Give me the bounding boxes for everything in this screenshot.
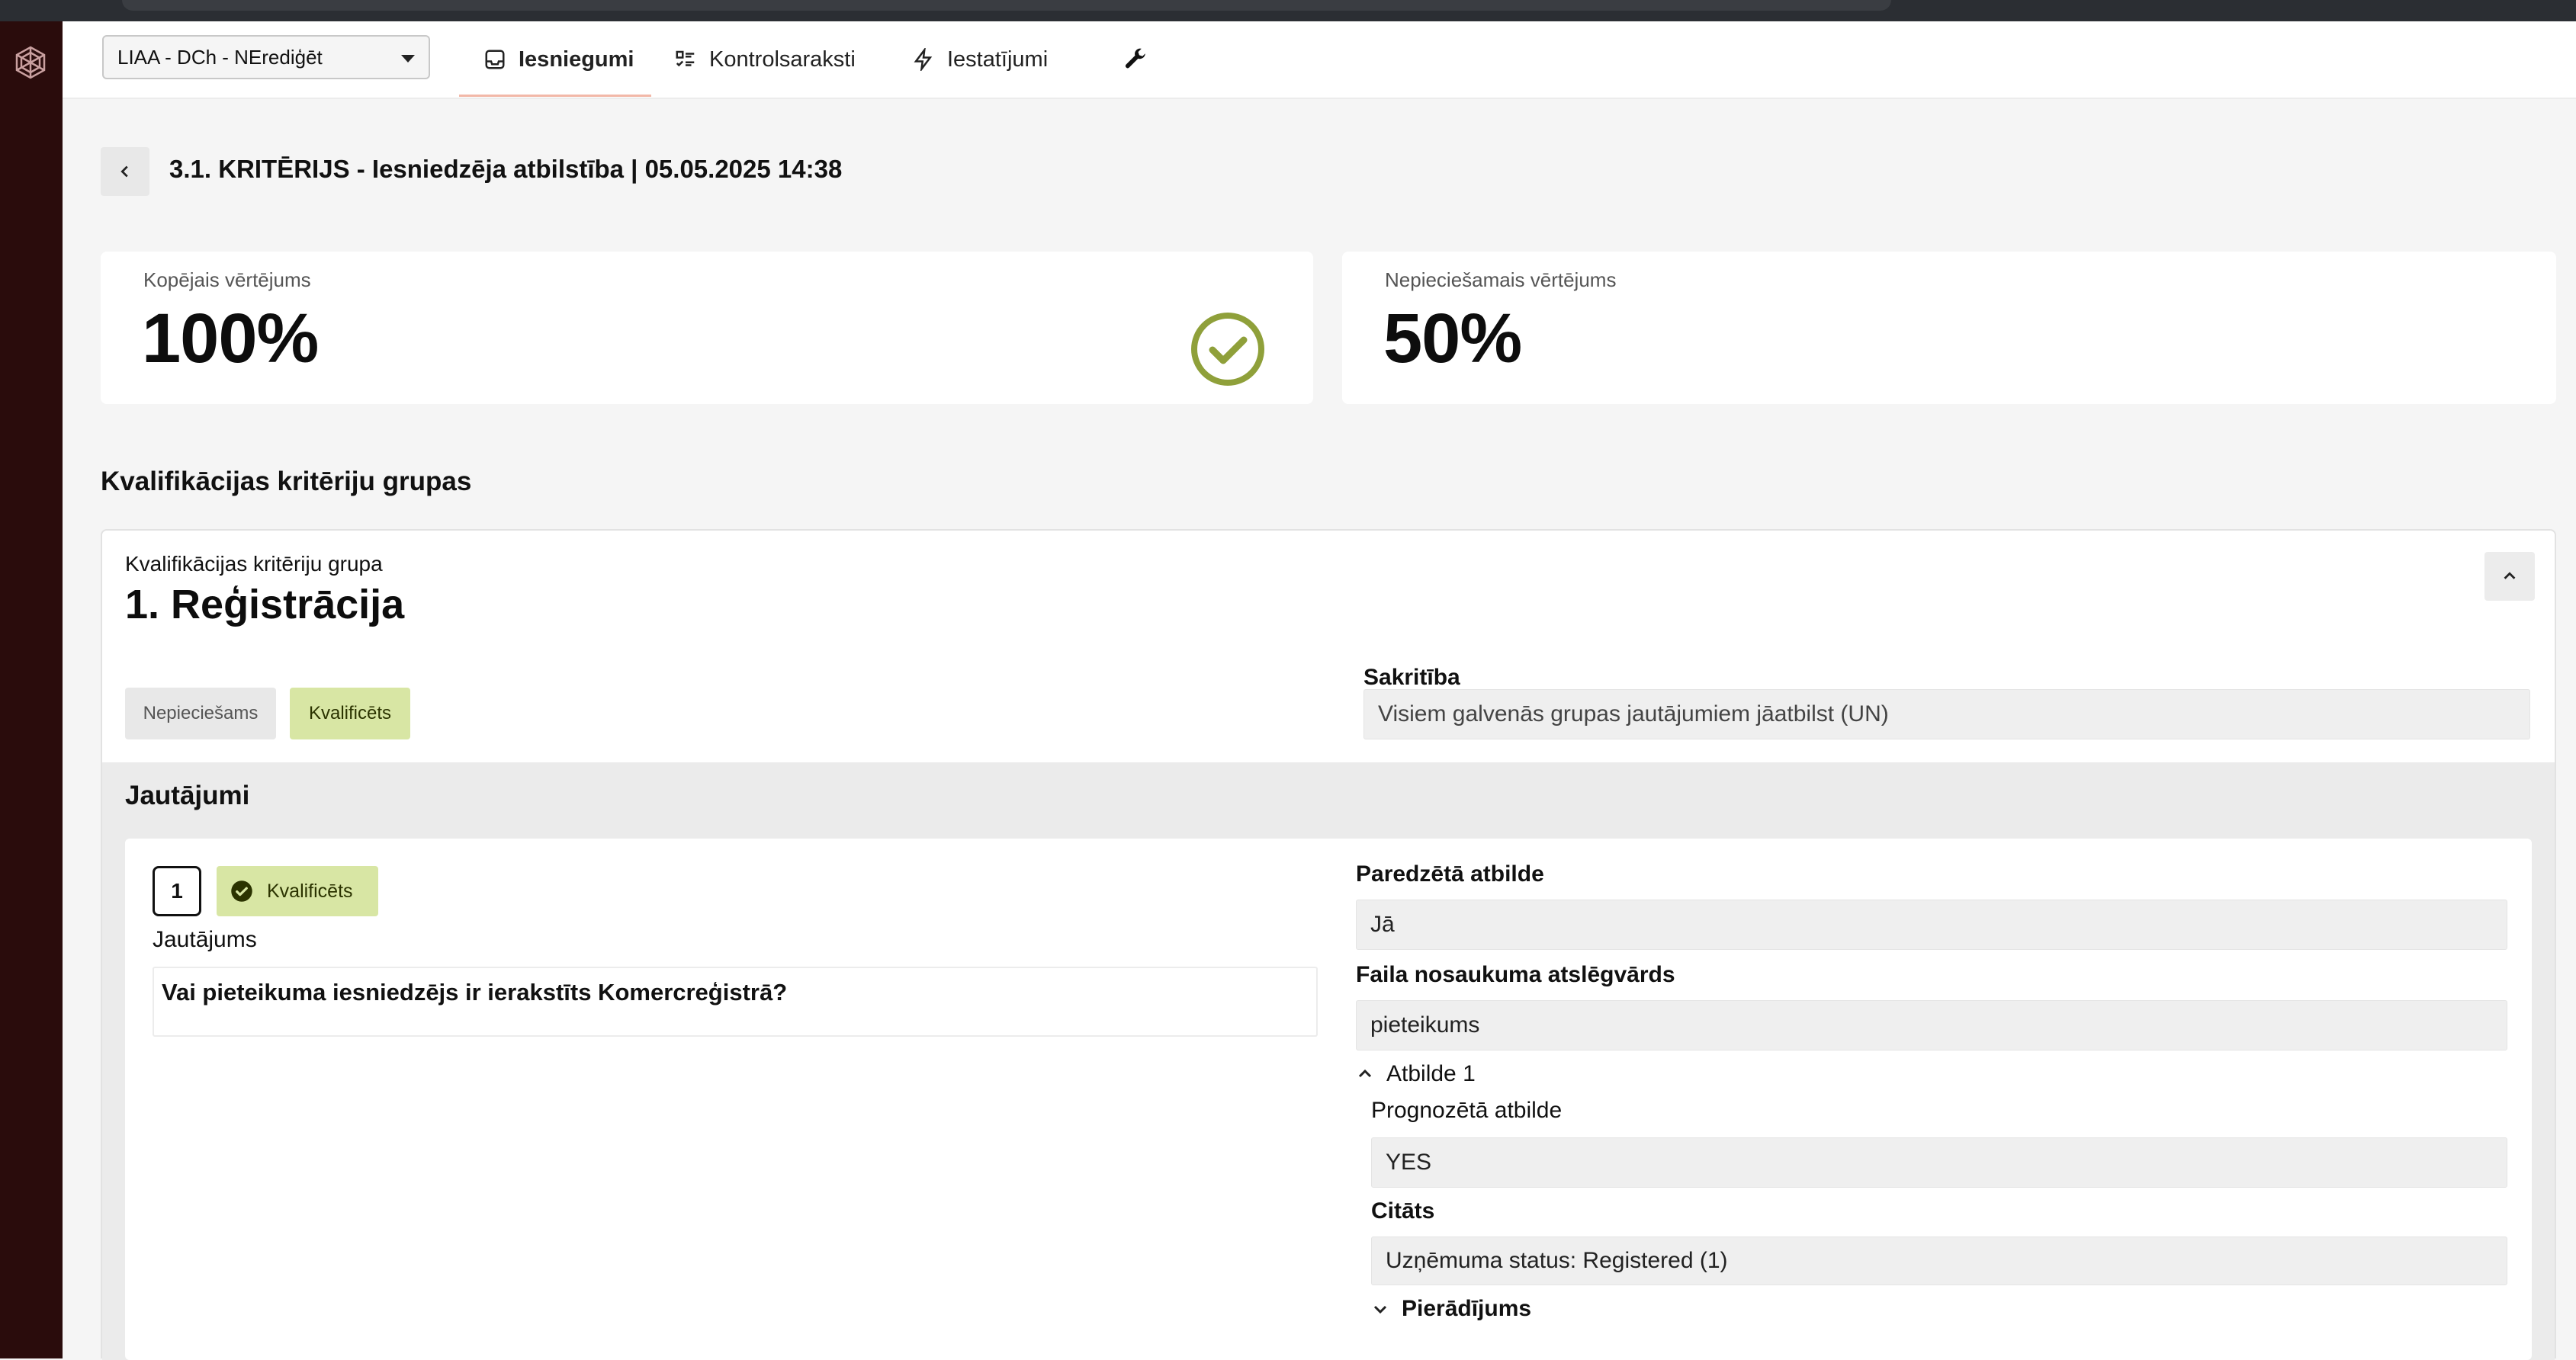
question-text-field: Vai pieteikuma iesniedzējs ir ierakstīts… xyxy=(153,967,1318,1037)
group-caption: Kvalifikācijas kritēriju grupa xyxy=(125,552,383,576)
answer-toggle[interactable]: Atbilde 1 xyxy=(1356,1061,1476,1087)
top-navigation: LIAA - DCh - NErediģēt Iesniegumi Kontro… xyxy=(63,21,2576,99)
keyword-field: pieteikums xyxy=(1356,1000,2507,1050)
page-title: 3.1. KRITĒRIJS - Iesniedzēja atbilstība … xyxy=(169,155,843,183)
expected-answer-label: Paredzētā atbilde xyxy=(1356,861,1544,887)
overall-score-card: Kopējais vērtējums 100% xyxy=(101,252,1313,404)
back-button[interactable] xyxy=(101,147,149,196)
question-card: 1 Kvalificēts Jautājums Vai pieteikuma i… xyxy=(125,839,2532,1360)
tab-iesniegumi[interactable]: Iesniegumi xyxy=(483,21,634,98)
criteria-group-panel: Kvalifikācijas kritēriju grupa 1. Reģist… xyxy=(101,529,2556,1360)
lightning-icon xyxy=(914,48,933,71)
predicted-answer-label: Prognozētā atbilde xyxy=(1371,1098,1563,1123)
tag-required: Nepieciešams xyxy=(125,688,276,739)
qualified-status-badge: Kvalificēts xyxy=(217,866,378,916)
question-label: Jautājums xyxy=(153,927,257,952)
required-score-value: 50% xyxy=(1383,300,1522,377)
chevron-left-icon xyxy=(120,165,128,178)
quote-field: Uzņēmuma status: Registered (1) xyxy=(1371,1237,2507,1285)
group-name: 1. Reģistrācija xyxy=(125,582,405,627)
questions-title: Jautājumi xyxy=(125,781,250,810)
tab-label: Iestatījumi xyxy=(947,47,1049,72)
chevron-down-icon xyxy=(1373,1305,1387,1314)
sidebar xyxy=(0,21,63,1358)
overall-score-label: Kopējais vērtējums xyxy=(143,268,311,291)
inbox-icon xyxy=(485,50,505,69)
tab-kontrolsaraksti[interactable]: Kontrolsaraksti xyxy=(674,21,856,98)
keyword-label: Faila nosaukuma atslēgvārds xyxy=(1356,962,1675,987)
active-tab-indicator xyxy=(459,95,651,97)
predicted-answer-field: YES xyxy=(1371,1137,2507,1188)
question-number-badge: 1 xyxy=(153,866,201,916)
evidence-toggle[interactable]: Pierādījums xyxy=(1371,1296,1531,1322)
tools-button[interactable] xyxy=(1123,21,1161,98)
groups-section-title: Kvalifikācijas kritēriju grupas xyxy=(101,467,472,496)
checklist-icon xyxy=(676,50,695,67)
browser-top-strip xyxy=(0,0,2576,21)
overall-score-value: 100% xyxy=(142,300,319,377)
collapse-group-button[interactable] xyxy=(2484,552,2535,601)
match-field: Visiem galvenās grupas jautājumiem jāatb… xyxy=(1363,689,2530,739)
questions-section: Jautājumi 1 Kvalificēts Jautājums Vai pi… xyxy=(102,762,2555,1360)
wrench-icon xyxy=(1125,48,1145,69)
evidence-toggle-label: Pierādījums xyxy=(1402,1296,1532,1321)
tab-label: Kontrolsaraksti xyxy=(709,47,856,72)
required-score-card: Nepieciešamais vērtējums 50% xyxy=(1342,252,2556,404)
check-circle-filled-icon xyxy=(231,880,252,902)
workspace-select[interactable]: LIAA - DCh - NErediģēt xyxy=(102,35,430,79)
answer-toggle-label: Atbilde 1 xyxy=(1386,1061,1476,1086)
expected-answer-field: Jā xyxy=(1356,900,2507,950)
chevron-up-icon xyxy=(2504,572,2516,579)
quote-label: Citāts xyxy=(1371,1198,1435,1224)
tag-qualified: Kvalificēts xyxy=(290,688,410,739)
workspace-select-value: LIAA - DCh - NErediģēt xyxy=(117,46,323,69)
check-circle-icon xyxy=(1191,313,1264,386)
tab-label: Iesniegumi xyxy=(519,47,634,72)
app-logo-icon[interactable] xyxy=(8,40,53,85)
chevron-up-icon xyxy=(1358,1069,1372,1078)
caret-down-icon xyxy=(401,55,415,63)
qualified-status-text: Kvalificēts xyxy=(267,880,353,902)
match-label: Sakritība xyxy=(1363,665,1460,690)
required-score-label: Nepieciešamais vērtējums xyxy=(1385,268,1617,291)
tab-iestatijumi[interactable]: Iestatījumi xyxy=(912,21,1048,98)
browser-url-bar xyxy=(122,0,1891,11)
